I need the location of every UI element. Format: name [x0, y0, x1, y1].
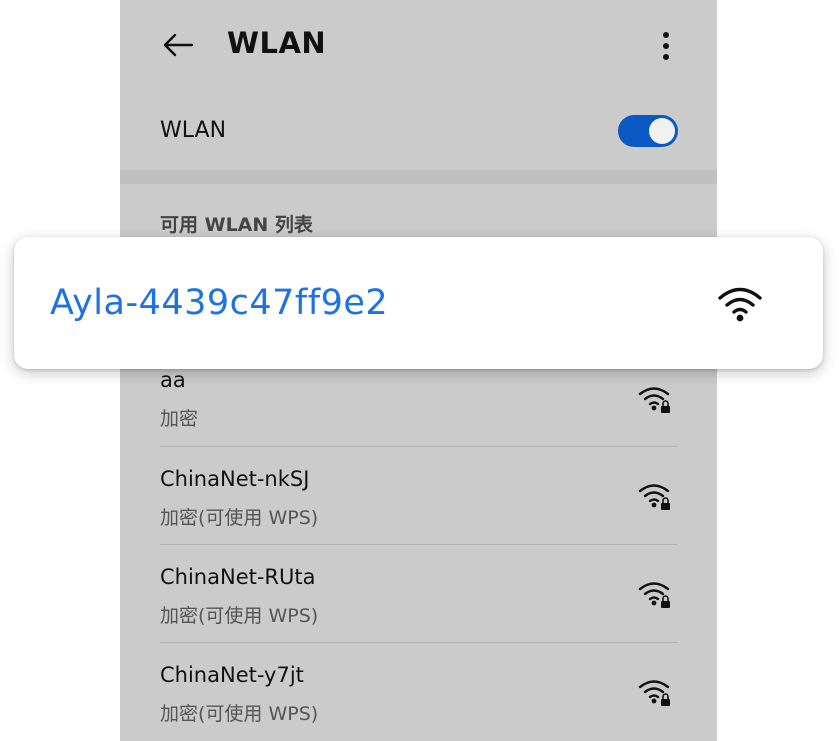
wifi-lock-icon: [638, 582, 670, 608]
wlan-toggle[interactable]: [618, 115, 678, 147]
network-name: ChinaNet-nkSJ: [160, 467, 310, 491]
back-button[interactable]: [160, 27, 196, 63]
network-status: 加密(可使用 WPS): [160, 703, 319, 725]
wlan-switch-row[interactable]: WLAN: [120, 90, 717, 170]
more-options-button[interactable]: [654, 28, 678, 64]
network-status: 加密(可使用 WPS): [160, 507, 319, 529]
network-item-chinanet-y7jt[interactable]: ChinaNet-y7jt 加密(可使用 WPS): [160, 643, 677, 741]
back-arrow-icon: [163, 33, 194, 57]
toggle-knob: [649, 118, 675, 144]
network-status: 加密(可使用 WPS): [160, 605, 319, 627]
available-networks-header: 可用 WLAN 列表: [160, 214, 313, 236]
wifi-icon: [718, 287, 762, 322]
wlan-settings-screen: WLAN WLAN 可用 WLAN 列表 aa 加密 ChinaNet-nkSJ…: [120, 0, 717, 741]
network-name: aa: [160, 368, 186, 392]
highlighted-network-card[interactable]: Ayla-4439c47ff9e2: [14, 237, 823, 369]
network-name: ChinaNet-y7jt: [160, 663, 304, 687]
wifi-lock-icon: [638, 484, 670, 510]
wlan-switch-label: WLAN: [160, 118, 227, 143]
app-bar: WLAN: [120, 0, 717, 90]
section-divider: [120, 170, 717, 184]
highlighted-network-name: Ayla-4439c47ff9e2: [50, 283, 389, 323]
wifi-lock-icon: [638, 387, 670, 413]
network-item-chinanet-ruta[interactable]: ChinaNet-RUta 加密(可使用 WPS): [160, 545, 677, 643]
network-name: ChinaNet-RUta: [160, 565, 316, 589]
page-title: WLAN: [227, 26, 327, 60]
more-vertical-icon: [663, 32, 669, 60]
network-status: 加密: [160, 408, 199, 430]
network-item-chinanet-nksj[interactable]: ChinaNet-nkSJ 加密(可使用 WPS): [160, 447, 677, 545]
wifi-lock-icon: [638, 680, 670, 706]
